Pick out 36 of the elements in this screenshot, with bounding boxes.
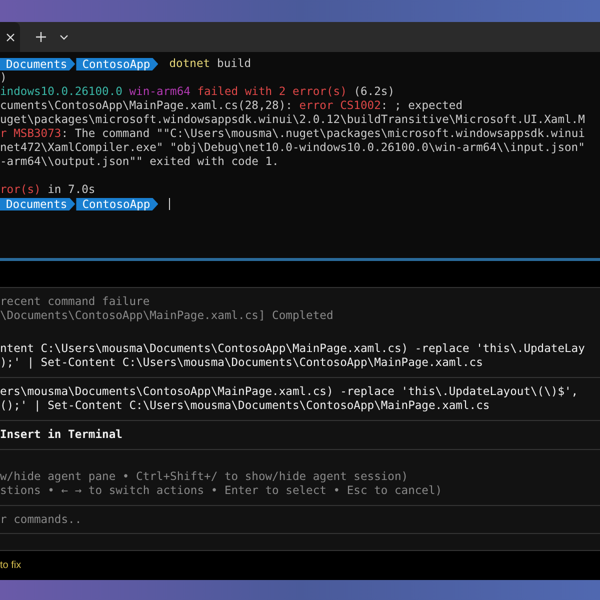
output-text: win-arm64	[129, 85, 192, 99]
close-icon[interactable]	[6, 32, 14, 42]
output-text: error CS1002	[299, 99, 381, 113]
help-text: stions • ← → to switch actions • Enter to select • Esc to cancel)	[0, 484, 444, 498]
command-text[interactable]: ntent C:\Users\mousma\Documents\ContosoApp\MainPage.xaml.cs) -replace 'this\.UpdateLay	[0, 342, 600, 356]
output-text: indows10.0.26100.0	[0, 85, 124, 99]
output-text: (6.2s)	[354, 85, 394, 99]
prompt-segment: ContosoApp	[76, 58, 158, 70]
help-text: w/hide agent pane • Ctrl+Shift+/ to show/hide agent session)	[0, 470, 410, 484]
output-text: r MSB3073	[0, 127, 62, 141]
plus-icon[interactable]	[36, 32, 46, 42]
output-text: cuments\ContosoApp\MainPage.xaml.cs(28,28):	[0, 99, 294, 113]
terminal-tab[interactable]	[0, 22, 20, 52]
prompt-segment: Documents	[0, 198, 76, 210]
output-text: in 7.0s	[46, 183, 96, 197]
output-text: uget\packages\microsoft.windowsappsdk.winui\2.0.12\buildTransitive\Microsoft.UI.Xaml.M	[0, 113, 585, 127]
output-text: ror(s)	[0, 183, 41, 197]
output-text: net472\XamlCompiler.exe" "obj\Debug\net10.0-windows10.0.26100.0\win-arm64\\input.json"	[0, 141, 585, 155]
output-text: : ; expected	[380, 99, 463, 113]
status-text: recent command failure	[0, 295, 151, 309]
status-text: to fix	[0, 560, 22, 571]
output-text: failed with 2 error(s)	[197, 85, 348, 99]
command-input[interactable]: r commands..	[0, 506, 600, 534]
insert-action[interactable]: Insert in Terminal	[0, 428, 600, 442]
command-text[interactable]: ers\mousma\Documents\ContosoApp\MainPage.xaml.cs) -replace 'this\.UpdateLayout\(\)$',	[0, 385, 600, 399]
command-text[interactable]: );' | Set-Content C:\Users\mousma\Documents\ContosoApp\MainPage.xaml.cs	[0, 356, 600, 370]
output-text: : The command ""C:\Users\mousma\.nuget\packages\microsoft.windowsappsdk.winui	[61, 127, 585, 141]
output-text: -arm64\\output.json"" exited with code 1.	[0, 155, 279, 169]
caret-icon[interactable]	[60, 34, 68, 40]
prompt-segment: ContosoApp	[76, 198, 158, 210]
prompt-segment: Documents	[0, 58, 76, 70]
command-args: build	[217, 57, 252, 71]
command-text: dotnet	[169, 57, 210, 71]
command-text[interactable]: ();' | Set-Content C:\Users\mousma\Documents\ContosoApp\MainPage.xaml.cs	[0, 399, 600, 413]
output-text: )	[0, 71, 7, 85]
status-text: \Documents\ContosoApp\MainPage.xaml.cs] Completed	[0, 309, 334, 323]
